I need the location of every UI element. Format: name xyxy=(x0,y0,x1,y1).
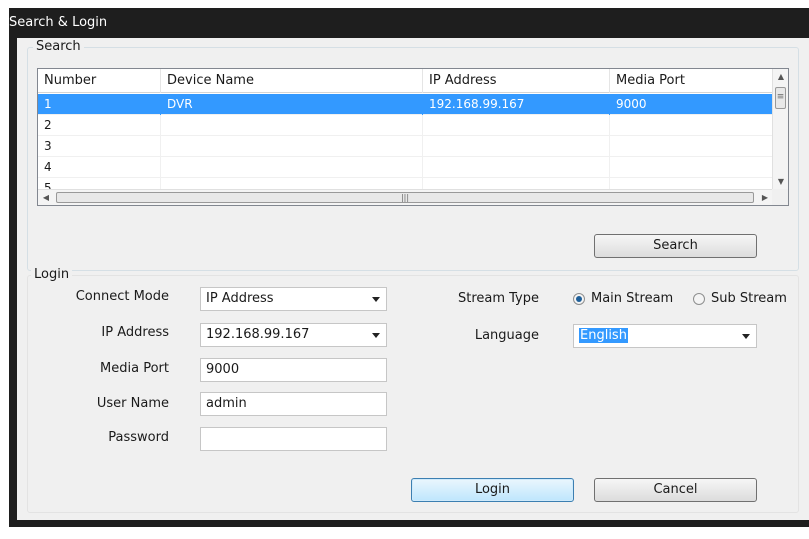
dialog-client-area: Search Number Device Name IP Address Med… xyxy=(17,38,809,520)
cell-device-name xyxy=(161,157,423,178)
cell-number: 1 xyxy=(38,94,161,115)
scroll-left-arrow-icon[interactable]: ◀ xyxy=(38,190,54,205)
cell-device-name xyxy=(161,136,423,157)
cell-device-name: DVR xyxy=(161,94,423,115)
device-row[interactable]: 3 xyxy=(38,136,773,157)
language-value: English xyxy=(579,328,628,343)
window-title: Search & Login xyxy=(9,15,108,30)
device-list[interactable]: Number Device Name IP Address Media Port… xyxy=(37,68,789,206)
column-ip-address[interactable]: IP Address xyxy=(423,69,610,93)
device-row[interactable]: 2 xyxy=(38,115,773,136)
sub-stream-radio[interactable]: Sub Stream xyxy=(693,289,793,309)
search-group-label: Search xyxy=(33,40,84,54)
cell-media-port xyxy=(610,136,773,157)
cancel-button[interactable]: Cancel xyxy=(594,478,757,502)
cell-media-port xyxy=(610,115,773,136)
scroll-up-arrow-icon[interactable]: ▲ xyxy=(773,69,788,85)
connect-mode-label: Connect Mode xyxy=(75,289,169,304)
connect-mode-select[interactable]: IP Address xyxy=(200,287,387,311)
title-bar[interactable]: Search & Login xyxy=(9,8,809,38)
chevron-down-icon[interactable] xyxy=(372,333,380,338)
user-name-label: User Name xyxy=(96,396,169,411)
password-field[interactable] xyxy=(200,427,387,451)
column-number[interactable]: Number xyxy=(38,69,161,93)
cell-ip-address xyxy=(423,157,610,178)
radio-unselected-icon xyxy=(693,293,705,305)
language-select[interactable]: English xyxy=(573,324,757,348)
cell-media-port xyxy=(610,157,773,178)
cell-device-name xyxy=(161,115,423,136)
horizontal-scrollbar[interactable]: ◀ ||| ▶ xyxy=(38,189,773,205)
cell-number: 4 xyxy=(38,157,161,178)
column-media-port[interactable]: Media Port xyxy=(610,69,773,93)
sub-stream-label: Sub Stream xyxy=(711,291,787,306)
login-button[interactable]: Login xyxy=(411,478,574,502)
search-button[interactable]: Search xyxy=(594,234,757,258)
search-login-window: Search & Login Search Number Device Name… xyxy=(9,8,809,527)
chevron-down-icon[interactable] xyxy=(742,334,750,339)
device-row[interactable]: 1 DVR 192.168.99.167 9000 xyxy=(38,94,773,115)
ip-address-select[interactable]: 192.168.99.167 xyxy=(200,323,387,347)
cell-ip-address: 192.168.99.167 xyxy=(423,94,610,115)
chevron-down-icon[interactable] xyxy=(372,297,380,302)
cell-number: 2 xyxy=(38,115,161,136)
media-port-field[interactable]: 9000 xyxy=(200,358,387,382)
password-label: Password xyxy=(108,430,169,445)
main-stream-radio[interactable]: Main Stream xyxy=(573,289,683,309)
ip-address-label: IP Address xyxy=(101,325,169,340)
scrollbar-corner xyxy=(772,189,788,205)
main-stream-label: Main Stream xyxy=(591,291,674,306)
vertical-scrollbar[interactable]: ▲ ≡ ▼ xyxy=(772,69,788,190)
column-device-name[interactable]: Device Name xyxy=(161,69,423,93)
vertical-scroll-thumb[interactable]: ≡ xyxy=(775,87,786,109)
device-list-header: Number Device Name IP Address Media Port xyxy=(38,69,773,93)
cell-ip-address xyxy=(423,115,610,136)
cell-media-port: 9000 xyxy=(610,94,773,115)
stream-type-label: Stream Type xyxy=(457,291,539,306)
scroll-down-arrow-icon[interactable]: ▼ xyxy=(773,174,788,190)
user-name-field[interactable]: admin xyxy=(200,392,387,416)
login-group-label: Login xyxy=(31,268,73,282)
cell-number: 3 xyxy=(38,136,161,157)
radio-selected-icon xyxy=(573,293,585,305)
media-port-label: Media Port xyxy=(100,361,169,376)
language-label: Language xyxy=(474,328,539,343)
connect-mode-value: IP Address xyxy=(206,291,274,306)
horizontal-scroll-thumb[interactable]: ||| xyxy=(56,192,754,203)
cell-ip-address xyxy=(423,136,610,157)
device-row[interactable]: 4 xyxy=(38,157,773,178)
ip-address-value: 192.168.99.167 xyxy=(206,327,310,342)
scroll-right-arrow-icon[interactable]: ▶ xyxy=(757,190,773,205)
